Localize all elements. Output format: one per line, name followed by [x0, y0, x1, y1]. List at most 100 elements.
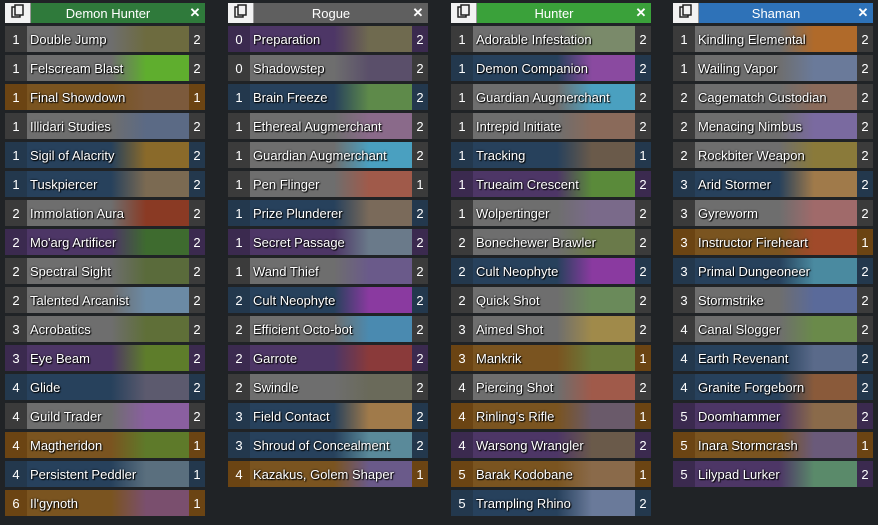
card-row[interactable]: 2 Cult Neophyte 2: [451, 258, 651, 284]
card-row[interactable]: 1 Felscream Blast 2: [5, 55, 205, 81]
card-name: Shadowstep: [253, 60, 325, 76]
card-row[interactable]: 4 Canal Slogger 2: [673, 316, 873, 342]
card-row[interactable]: 4 Magtheridon 1: [5, 432, 205, 458]
card-row[interactable]: 1 Wailing Vapor 2: [673, 55, 873, 81]
card-row[interactable]: 1 Guardian Augmerchant 2: [451, 84, 651, 110]
card-name: Pen Flinger: [253, 176, 320, 192]
card-row[interactable]: 0 Preparation 2: [228, 26, 428, 52]
card-row[interactable]: 2 Rockbiter Weapon 2: [673, 142, 873, 168]
card-row[interactable]: 2 Swindle 2: [228, 374, 428, 400]
card-row[interactable]: 1 Sigil of Alacrity 2: [5, 142, 205, 168]
card-row[interactable]: 3 Aimed Shot 2: [451, 316, 651, 342]
card-row[interactable]: 2 Menacing Nimbus 2: [673, 113, 873, 139]
card-art-image: [557, 287, 635, 313]
card-row[interactable]: 2 Bonechewer Brawler 2: [451, 229, 651, 255]
card-count: 2: [189, 374, 205, 400]
card-count: 2: [857, 55, 873, 81]
card-cost: 3: [451, 345, 473, 371]
card-row[interactable]: 3 Instructor Fireheart 1: [673, 229, 873, 255]
card-row[interactable]: 4 Guild Trader 2: [5, 403, 205, 429]
card-row[interactable]: 2 Efficient Octo-bot 2: [228, 316, 428, 342]
card-row[interactable]: 3 Acrobatics 2: [5, 316, 205, 342]
card-row[interactable]: 3 Shroud of Concealment 2: [228, 432, 428, 458]
card-count: 2: [635, 113, 651, 139]
card-row[interactable]: 0 Shadowstep 2: [228, 55, 428, 81]
card-count: 1: [635, 345, 651, 371]
copy-deck-button[interactable]: [5, 3, 31, 23]
card-row[interactable]: 1 Trueaim Crescent 2: [451, 171, 651, 197]
card-name: Rockbiter Weapon: [698, 147, 805, 163]
card-row[interactable]: 2 Spectral Sight 2: [5, 258, 205, 284]
card-count: 2: [189, 113, 205, 139]
card-row[interactable]: 1 Pen Flinger 1: [228, 171, 428, 197]
card-row[interactable]: 5 Inara Stormcrash 1: [673, 432, 873, 458]
card-name: Inara Stormcrash: [698, 437, 798, 453]
card-row[interactable]: 5 Trampling Rhino 2: [451, 490, 651, 516]
card-row[interactable]: 6 Il'gynoth 1: [5, 490, 205, 516]
card-row[interactable]: 1 Adorable Infestation 2: [451, 26, 651, 52]
copy-deck-button[interactable]: [451, 3, 477, 23]
close-deck-button[interactable]: ✕: [853, 3, 873, 23]
card-row[interactable]: 1 Final Showdown 1: [5, 84, 205, 110]
card-row[interactable]: 1 Prize Plunderer 2: [228, 200, 428, 226]
card-row[interactable]: 4 Persistent Peddler 1: [5, 461, 205, 487]
close-deck-button[interactable]: ✕: [408, 3, 428, 23]
card-cost: 3: [673, 287, 695, 313]
card-row[interactable]: 3 Primal Dungeoneer 2: [673, 258, 873, 284]
card-row[interactable]: 2 Cult Neophyte 2: [228, 287, 428, 313]
card-row[interactable]: 2 Immolation Aura 2: [5, 200, 205, 226]
card-count: 2: [189, 26, 205, 52]
card-count: 2: [635, 84, 651, 110]
card-count: 2: [412, 374, 428, 400]
close-deck-button[interactable]: ✕: [631, 3, 651, 23]
card-row[interactable]: 2 Talented Arcanist 2: [5, 287, 205, 313]
card-row[interactable]: 1 Demon Companion 2: [451, 55, 651, 81]
card-row[interactable]: 1 Tracking 1: [451, 142, 651, 168]
card-row[interactable]: 2 Mo'arg Artificer 2: [5, 229, 205, 255]
card-row[interactable]: 4 Earth Revenant 2: [673, 345, 873, 371]
copy-deck-button[interactable]: [673, 3, 699, 23]
card-row[interactable]: 1 Ethereal Augmerchant 2: [228, 113, 428, 139]
card-name-tile: Guardian Augmerchant: [250, 142, 412, 168]
card-row[interactable]: 5 Barak Kodobane 1: [451, 461, 651, 487]
card-row[interactable]: 4 Glide 2: [5, 374, 205, 400]
card-row[interactable]: 2 Cagematch Custodian 2: [673, 84, 873, 110]
card-row[interactable]: 1 Wand Thief 2: [228, 258, 428, 284]
card-name-tile: Prize Plunderer: [250, 200, 412, 226]
card-row[interactable]: 1 Kindling Elemental 2: [673, 26, 873, 52]
card-name-tile: Demon Companion: [473, 55, 635, 81]
card-row[interactable]: 1 Secret Passage 2: [228, 229, 428, 255]
card-cost: 4: [5, 403, 27, 429]
card-row[interactable]: 1 Brain Freeze 2: [228, 84, 428, 110]
card-row[interactable]: 3 Arid Stormer 2: [673, 171, 873, 197]
card-row[interactable]: 5 Lilypad Lurker 2: [673, 461, 873, 487]
card-row[interactable]: 3 Gyreworm 2: [673, 200, 873, 226]
card-row[interactable]: 3 Stormstrike 2: [673, 287, 873, 313]
card-row[interactable]: 1 Intrepid Initiate 2: [451, 113, 651, 139]
card-name: Quick Shot: [476, 292, 540, 308]
card-count: 1: [189, 461, 205, 487]
card-row[interactable]: 1 Double Jump 2: [5, 26, 205, 52]
card-row[interactable]: 1 Illidari Studies 2: [5, 113, 205, 139]
card-row[interactable]: 1 Tuskpiercer 2: [5, 171, 205, 197]
card-row[interactable]: 4 Piercing Shot 2: [451, 374, 651, 400]
card-row[interactable]: 2 Garrote 2: [228, 345, 428, 371]
card-row[interactable]: 4 Rinling's Rifle 1: [451, 403, 651, 429]
card-name: Ethereal Augmerchant: [253, 118, 382, 134]
card-row[interactable]: 3 Field Contact 2: [228, 403, 428, 429]
card-cost: 1: [228, 200, 250, 226]
card-count: 2: [189, 258, 205, 284]
close-deck-button[interactable]: ✕: [185, 3, 205, 23]
card-row[interactable]: 3 Mankrik 1: [451, 345, 651, 371]
card-cost: 3: [5, 345, 27, 371]
card-count: 2: [412, 345, 428, 371]
copy-deck-button[interactable]: [228, 3, 254, 23]
card-row[interactable]: 3 Eye Beam 2: [5, 345, 205, 371]
card-row[interactable]: 4 Kazakus, Golem Shaper 1: [228, 461, 428, 487]
card-row[interactable]: 4 Granite Forgeborn 2: [673, 374, 873, 400]
card-row[interactable]: 5 Doomhammer 2: [673, 403, 873, 429]
card-row[interactable]: 2 Quick Shot 2: [451, 287, 651, 313]
card-row[interactable]: 4 Warsong Wrangler 2: [451, 432, 651, 458]
card-row[interactable]: 1 Wolpertinger 2: [451, 200, 651, 226]
card-row[interactable]: 1 Guardian Augmerchant 2: [228, 142, 428, 168]
